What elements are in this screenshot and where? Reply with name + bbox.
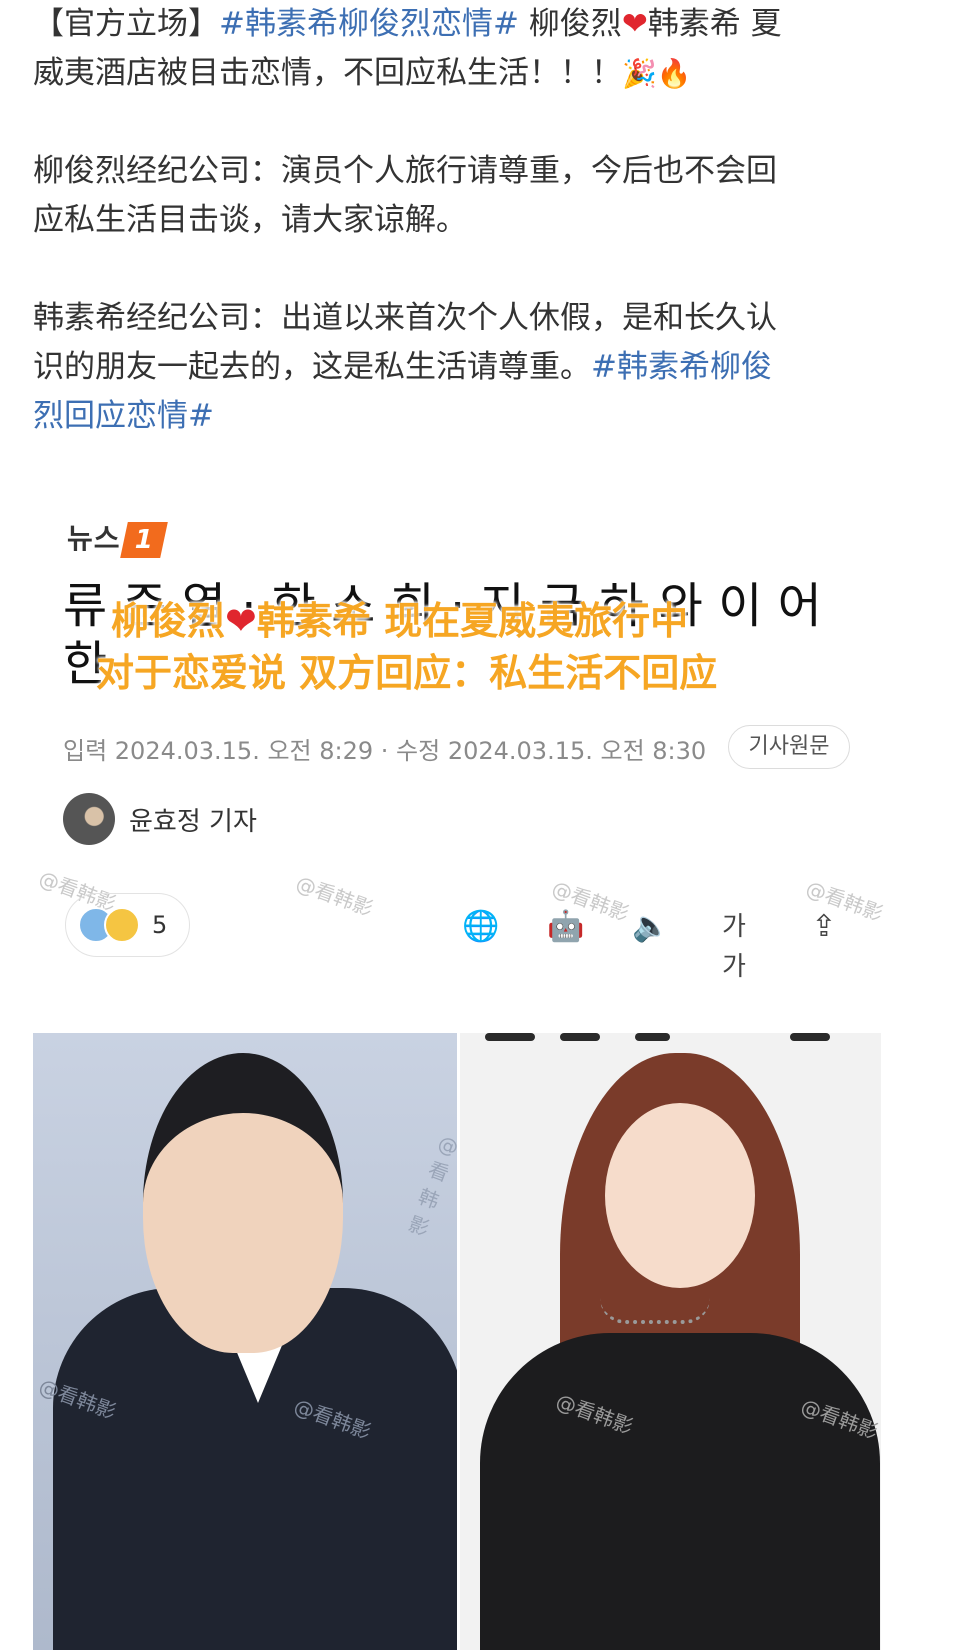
post-name2: 韩素希 夏 bbox=[647, 6, 782, 42]
font-size-button[interactable]: 가가 bbox=[713, 907, 755, 982]
post-para3-line1: 韩素希经纪公司：出道以来首次个人休假，是和长久认 bbox=[33, 300, 777, 336]
post-line-2: 威夷酒店被目击恋情，不回应私生活！！！🎉🔥 bbox=[33, 49, 913, 98]
hashtag-link-2-cont[interactable]: 烈回应恋情# bbox=[33, 398, 214, 434]
post-para2-line1: 柳俊烈经纪公司：演员个人旅行请尊重，今后也不会回 bbox=[33, 153, 777, 189]
heart-icon: ❤ bbox=[621, 6, 648, 42]
post-prefix: 【官方立场】 bbox=[33, 6, 219, 42]
original-article-button[interactable]: 기사원문 bbox=[728, 725, 850, 769]
post-line2-text: 威夷酒店被目击恋情，不回应私生活！！！ bbox=[33, 55, 622, 91]
post-para2-line2: 应私生活目击谈，请大家谅解。 bbox=[33, 202, 467, 238]
globe-icon[interactable]: 🌐 bbox=[460, 907, 502, 947]
post-para3-line3: 烈回应恋情# bbox=[33, 392, 913, 441]
share-icon[interactable]: ⇪ bbox=[803, 907, 845, 947]
reporter-name: 윤효정 기자 bbox=[129, 806, 257, 837]
party-fire-icon: 🎉🔥 bbox=[622, 57, 692, 90]
post-line-1: 【官方立场】#韩素希柳俊烈恋情# 柳俊烈❤韩素希 夏 bbox=[33, 0, 913, 49]
hashtag-link-2[interactable]: #韩素希柳俊 bbox=[591, 349, 772, 385]
party-face-icon bbox=[104, 907, 140, 943]
reporter-row: 윤효정 기자 bbox=[63, 793, 257, 845]
necklace bbox=[599, 1298, 710, 1324]
watermark: @看韩影 bbox=[292, 870, 377, 921]
article-dateline: 입력 2024.03.15. 오전 8:29 · 수정 2024.03.15. … bbox=[63, 737, 707, 765]
hashtag-link[interactable]: #韩素希柳俊烈恋情# bbox=[219, 6, 519, 42]
reaction-button[interactable]: 5 bbox=[65, 893, 190, 957]
reaction-count: 5 bbox=[152, 911, 168, 939]
watermark: @看韩影 bbox=[405, 1130, 457, 1241]
robot-icon[interactable]: 🤖 bbox=[545, 907, 587, 947]
chinese-overlay-caption: 柳俊烈❤韩素希 现在夏威夷旅行中 对于恋爱说 双方回应：私生活不回应 bbox=[96, 599, 718, 695]
post-name1: 柳俊烈 bbox=[518, 6, 622, 42]
avatar bbox=[63, 793, 115, 845]
news1-logo: 뉴스 1 bbox=[67, 517, 168, 558]
speaker-icon[interactable]: 🔈 bbox=[630, 907, 672, 947]
photo-pair: @看韩影 @看韩影 @看韩影 @看韩影 @看韩影 bbox=[33, 1033, 881, 1650]
post-para3-text: 识的朋友一起去的，这是私生活请尊重。 bbox=[33, 349, 591, 385]
news-screenshot: 뉴스 1 류 준 열 · 한 소 희 · 지 금 하 와 이 어 한 柳俊烈❤韩素… bbox=[33, 455, 928, 1650]
photo-han-so-hee: @看韩影 @看韩影 bbox=[459, 1033, 881, 1650]
post-para3-line2: 识的朋友一起去的，这是私生活请尊重。#韩素希柳俊 bbox=[33, 343, 913, 392]
post-text: 【官方立场】#韩素希柳俊烈恋情# 柳俊烈❤韩素希 夏 威夷酒店被目击恋情，不回应… bbox=[33, 0, 913, 441]
photo-ryu-jun-yeol: @看韩影 @看韩影 @看韩影 bbox=[33, 1033, 457, 1650]
